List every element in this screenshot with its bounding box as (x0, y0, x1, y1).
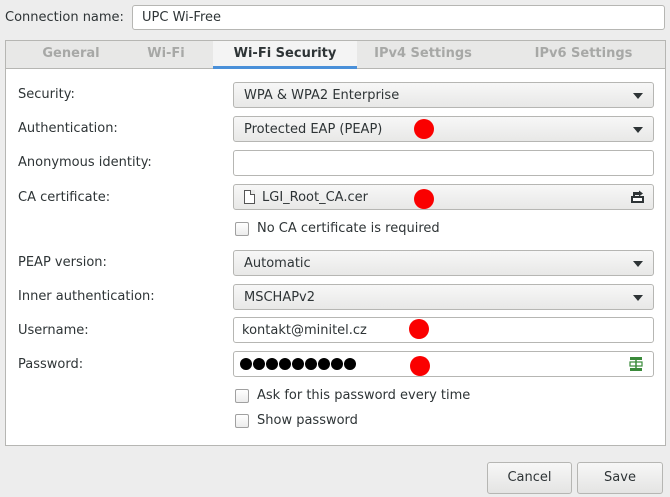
peap-version-value: Automatic (244, 256, 311, 271)
cancel-button[interactable]: Cancel (487, 462, 572, 494)
password-dot (318, 358, 330, 370)
tab-general[interactable]: General (18, 41, 124, 69)
password-dot (266, 358, 278, 370)
peap-version-label: PEAP version: (18, 255, 107, 270)
authentication-value: Protected EAP (PEAP) (244, 122, 383, 137)
password-storage-icon[interactable] (629, 356, 643, 372)
tab-wifi[interactable]: Wi-Fi (126, 41, 206, 69)
inner-authentication-value: MSCHAPv2 (244, 290, 316, 305)
peap-version-combo[interactable]: Automatic (233, 250, 654, 276)
tab-ipv6-settings[interactable]: IPv6 Settings (516, 41, 651, 69)
chevron-down-icon (633, 93, 643, 99)
password-dot (305, 358, 317, 370)
document-icon (244, 190, 255, 204)
password-label: Password: (18, 357, 84, 372)
ca-certificate-value: LGI_Root_CA.cer (262, 190, 368, 205)
open-folder-icon (631, 190, 644, 203)
security-value: WPA & WPA2 Enterprise (244, 88, 400, 103)
security-label: Security: (18, 87, 75, 102)
password-dot (344, 358, 356, 370)
tab-wifi-security[interactable]: Wi-Fi Security (213, 41, 357, 69)
password-mask (240, 358, 357, 372)
connection-name-row: Connection name: UPC Wi-Free (0, 0, 670, 36)
password-input[interactable] (233, 351, 654, 377)
password-dot (253, 358, 265, 370)
tab-ipv4-settings[interactable]: IPv4 Settings (361, 41, 485, 69)
annotation-marker (409, 319, 429, 339)
ca-certificate-file-button[interactable]: LGI_Root_CA.cer (233, 184, 654, 210)
username-input[interactable]: kontakt@minitel.cz (233, 317, 654, 343)
password-dot (331, 358, 343, 370)
annotation-marker (410, 356, 430, 376)
annotation-marker (414, 189, 434, 209)
authentication-label: Authentication: (18, 121, 118, 136)
password-dot (292, 358, 304, 370)
settings-notebook: General Wi-Fi Wi-Fi Security IPv4 Settin… (5, 40, 666, 446)
no-ca-certificate-label: No CA certificate is required (257, 221, 440, 236)
anonymous-identity-label: Anonymous identity: (18, 155, 152, 170)
anonymous-identity-input[interactable] (233, 150, 654, 176)
authentication-combo[interactable]: Protected EAP (PEAP) (233, 116, 654, 142)
security-combo[interactable]: WPA & WPA2 Enterprise (233, 82, 654, 108)
connection-name-input[interactable]: UPC Wi-Free (132, 5, 665, 30)
ask-password-checkbox[interactable] (235, 389, 249, 403)
chevron-down-icon (633, 261, 643, 267)
inner-authentication-label: Inner authentication: (18, 289, 155, 304)
password-dot (279, 358, 291, 370)
show-password-label: Show password (257, 413, 358, 428)
chevron-down-icon (633, 127, 643, 133)
no-ca-certificate-checkbox[interactable] (235, 222, 249, 236)
ca-certificate-label: CA certificate: (18, 190, 111, 205)
password-dot (240, 358, 252, 370)
tab-bar: General Wi-Fi Wi-Fi Security IPv4 Settin… (6, 41, 665, 69)
ask-password-label: Ask for this password every time (257, 388, 471, 403)
connection-name-label: Connection name: (5, 10, 124, 25)
show-password-checkbox[interactable] (235, 414, 249, 428)
annotation-marker (414, 119, 434, 139)
username-value: kontakt@minitel.cz (242, 323, 367, 338)
chevron-down-icon (633, 295, 643, 301)
username-label: Username: (18, 323, 89, 338)
inner-authentication-combo[interactable]: MSCHAPv2 (233, 284, 654, 310)
save-button[interactable]: Save (577, 462, 663, 494)
